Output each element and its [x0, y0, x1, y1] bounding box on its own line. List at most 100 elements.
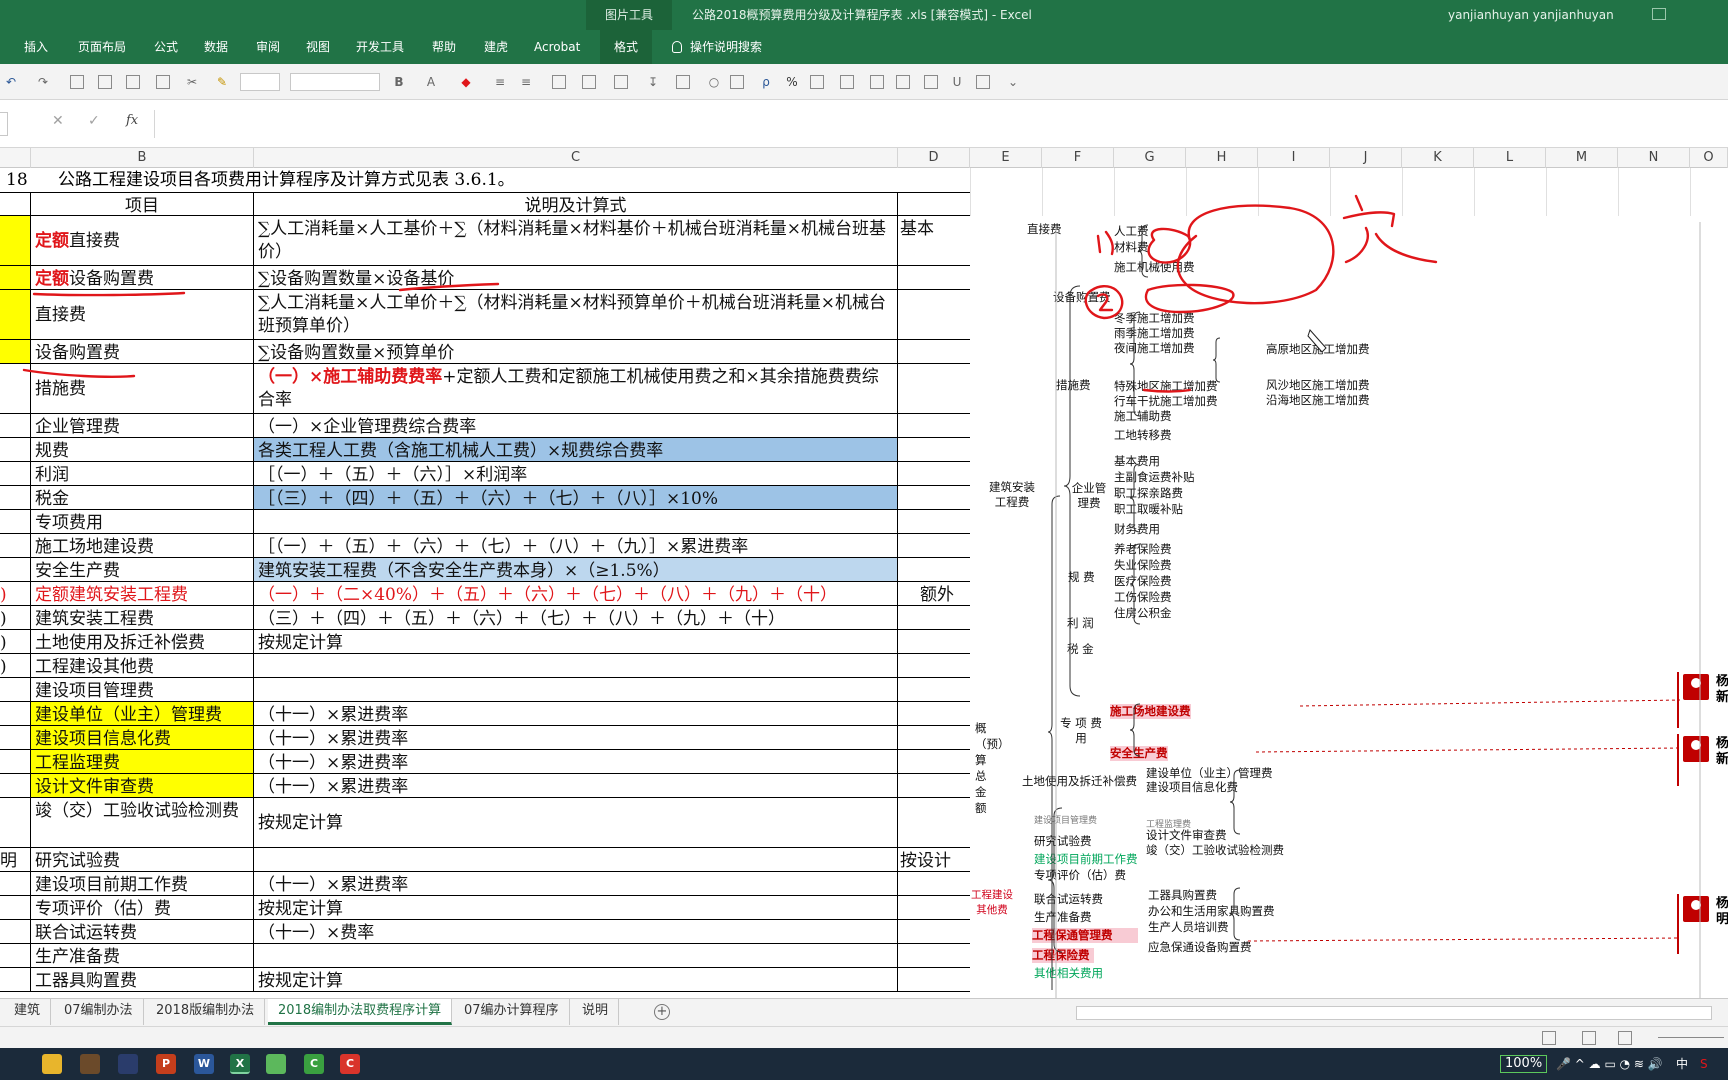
- insert-function-button[interactable]: fx: [126, 113, 138, 128]
- table-row[interactable]: 专项评价（估）费 按规定计算: [0, 896, 970, 920]
- tab-insert[interactable]: 插入: [24, 30, 48, 64]
- sort-icon[interactable]: ↧: [644, 73, 662, 91]
- column-header-k[interactable]: K: [1402, 148, 1474, 168]
- column-header-f[interactable]: F: [1042, 148, 1114, 168]
- undo-icon[interactable]: ↶: [2, 73, 20, 91]
- wrap-icon[interactable]: ≡: [518, 73, 534, 91]
- sheet-tab[interactable]: 07编制办法: [54, 999, 144, 1025]
- tab-review[interactable]: 审阅: [256, 30, 280, 64]
- sheet-tab[interactable]: 07编办计算程序: [454, 999, 570, 1025]
- table-row[interactable]: 工程监理费 （十一）×累进费率: [0, 750, 970, 774]
- font-color-button[interactable]: A: [424, 73, 438, 91]
- insert-cells-icon[interactable]: [614, 75, 628, 89]
- customize-toolbar-icon[interactable]: ⌄: [1006, 73, 1020, 91]
- table-row[interactable]: 建设项目信息化费 （十一）×累进费率: [0, 726, 970, 750]
- redo-icon[interactable]: ↷: [34, 73, 52, 91]
- add-sheet-button[interactable]: +: [654, 1004, 670, 1020]
- page-break-view-icon[interactable]: [1618, 1031, 1632, 1045]
- grid-icon[interactable]: [924, 75, 938, 89]
- column-header-m[interactable]: M: [1546, 148, 1618, 168]
- app-icon[interactable]: C: [304, 1054, 324, 1074]
- bold-button[interactable]: B: [392, 73, 406, 91]
- table-row[interactable]: 明 研究试验费 按设计提出: [0, 848, 970, 872]
- table-row[interactable]: 规费 各类工程人工费（含施工机械人工费）×规费综合费率: [0, 438, 970, 462]
- table-icon[interactable]: [156, 75, 170, 89]
- fill-color-icon[interactable]: ◆: [458, 73, 474, 91]
- underline-icon[interactable]: U: [950, 73, 964, 91]
- tab-formulas[interactable]: 公式: [154, 30, 178, 64]
- tray-icons[interactable]: 🎤 ^ ☁ ▭ ◔ ≋ 🔊: [1556, 1048, 1663, 1080]
- table-row[interactable]: 措施费 （一）×施工辅助费费率+定额人工费和定额施工机械使用费之和×其余措施费费…: [0, 364, 970, 414]
- document-icon[interactable]: [840, 75, 854, 89]
- column-header-l[interactable]: L: [1474, 148, 1546, 168]
- shape-icon[interactable]: ○: [706, 73, 722, 91]
- search-icon[interactable]: ρ: [758, 73, 774, 91]
- conditional-format-icon[interactable]: [810, 75, 824, 89]
- increase-decimal-icon[interactable]: [896, 75, 910, 89]
- column-header-h[interactable]: H: [1186, 148, 1258, 168]
- table-row[interactable]: 企业管理费 （一）×企业管理费综合费率: [0, 414, 970, 438]
- table-row[interactable]: 直接费 ∑人工消耗量×人工单价＋∑（材料消耗量×材料预算单价＋机械台班消耗量×机…: [0, 290, 970, 340]
- user-name[interactable]: yanjianhuyan yanjianhuyan: [1448, 0, 1614, 30]
- column-header-b[interactable]: B: [31, 148, 254, 168]
- page-setup-icon[interactable]: [730, 75, 744, 89]
- file-explorer-icon[interactable]: [42, 1054, 62, 1074]
- column-header-o[interactable]: O: [1690, 148, 1728, 168]
- decrease-decimal-icon[interactable]: [870, 75, 884, 89]
- table-row[interactable]: 工器具购置费 按规定计算: [0, 968, 970, 992]
- percent-button[interactable]: %: [782, 73, 802, 91]
- table-row[interactable]: 联合试运转费 （十一）×费率: [0, 920, 970, 944]
- table-row[interactable]: 税金 ［（三）＋（四）＋（五）＋（六）＋（七）＋（八）］×10%: [0, 486, 970, 510]
- table-row[interactable]: 建设项目管理费: [0, 678, 970, 702]
- app-icon[interactable]: [266, 1054, 286, 1074]
- page-layout-view-icon[interactable]: [1582, 1031, 1596, 1045]
- app-icon[interactable]: C: [340, 1054, 360, 1074]
- sheet-tab[interactable]: 2018版编制办法: [146, 999, 266, 1025]
- word-icon[interactable]: W: [194, 1054, 214, 1074]
- align-icon[interactable]: ≡: [492, 73, 508, 91]
- page-icon[interactable]: [126, 75, 140, 89]
- table-row[interactable]: ) 工程建设其他费: [0, 654, 970, 678]
- table-row[interactable]: 施工场地建设费 ［（一）＋（五）＋（六）＋（七）＋（八）＋（九）］×累进费率: [0, 534, 970, 558]
- enter-icon[interactable]: ✓: [88, 113, 100, 129]
- tray-app-icon[interactable]: S: [1700, 1048, 1708, 1080]
- table-row[interactable]: 建设项目前期工作费 （十一）×累进费率: [0, 872, 970, 896]
- table-row[interactable]: 竣（交）工验收试验检测费 按规定计算: [0, 798, 970, 848]
- excel-icon[interactable]: X: [230, 1054, 250, 1074]
- table-row[interactable]: 生产准备费: [0, 944, 970, 968]
- column-header-c[interactable]: C: [254, 148, 898, 168]
- format-painter-icon[interactable]: ✎: [214, 73, 230, 91]
- tab-jianhu[interactable]: 建虎: [484, 30, 508, 64]
- comment-avatar-icon[interactable]: [1683, 674, 1709, 700]
- input-method-indicator[interactable]: 中: [1676, 1048, 1688, 1080]
- font-size-select[interactable]: [290, 73, 380, 91]
- ribbon-display-options-icon[interactable]: [1652, 8, 1666, 20]
- column-header-g[interactable]: G: [1114, 148, 1186, 168]
- tab-format[interactable]: 格式: [600, 30, 653, 64]
- horizontal-scrollbar[interactable]: [1076, 1006, 1712, 1020]
- column-header-n[interactable]: N: [1618, 148, 1690, 168]
- table-format-icon[interactable]: [676, 75, 690, 89]
- comment-avatar-icon[interactable]: [1683, 896, 1709, 922]
- column-header-j[interactable]: J: [1330, 148, 1402, 168]
- tree-icon[interactable]: [976, 75, 990, 89]
- spelling-icon[interactable]: [98, 75, 112, 89]
- table-row[interactable]: 定额直接费 ∑人工消耗量×人工基价＋∑（材料消耗量×材料基价＋机械台班消耗量×机…: [0, 216, 970, 266]
- cut-icon[interactable]: ✂: [184, 73, 200, 91]
- table-row[interactable]: ) 土地使用及拆迁补偿费 按规定计算: [0, 630, 970, 654]
- merge-icon[interactable]: [552, 75, 566, 89]
- sheet-tab[interactable]: 建筑: [4, 999, 52, 1025]
- font-name-select[interactable]: [240, 73, 280, 91]
- cancel-icon[interactable]: ✕: [52, 113, 64, 129]
- table-row[interactable]: 专项费用: [0, 510, 970, 534]
- table-row[interactable]: 建设单位（业主）管理费 （十一）×累进费率: [0, 702, 970, 726]
- tab-developer[interactable]: 开发工具: [356, 30, 404, 64]
- embedded-cost-diagram[interactable]: 直接费 人工费 材料费 施工机械使用费 设备购置费 冬季施工增加费 雨季施工增加…: [970, 168, 1728, 998]
- tab-acrobat[interactable]: Acrobat: [534, 30, 580, 64]
- zoom-percentage[interactable]: 100%: [1500, 1055, 1548, 1073]
- sheet-tab-active[interactable]: 2018编制办法取费程序计算: [268, 999, 453, 1025]
- powerpoint-icon[interactable]: P: [156, 1054, 176, 1074]
- table-row[interactable]: 利润 ［（一）＋（五）＋（六）］×利润率: [0, 462, 970, 486]
- name-box[interactable]: [0, 112, 8, 136]
- worksheet-grid[interactable]: 18 公路工程建设项目各项费用计算程序及计算方式见表 3.6.1。 项目 说明及…: [0, 168, 1728, 998]
